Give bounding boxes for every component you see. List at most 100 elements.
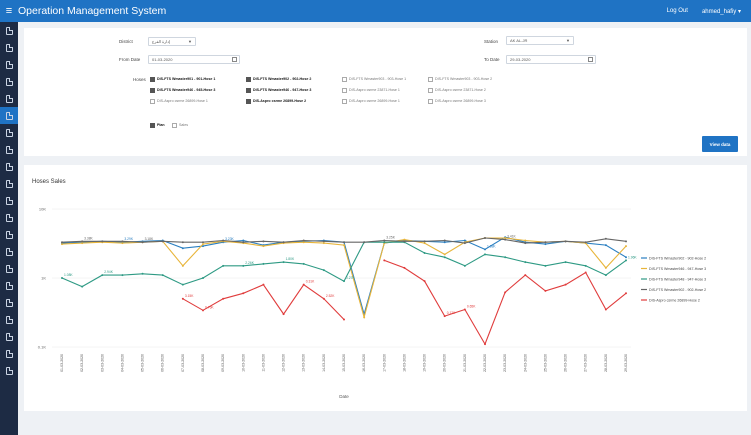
data-point bbox=[61, 277, 63, 279]
data-point bbox=[81, 240, 84, 243]
data-point bbox=[121, 240, 124, 243]
data-label: 2.52K bbox=[326, 294, 335, 298]
data-point bbox=[161, 274, 164, 277]
data-point bbox=[121, 242, 124, 245]
data-point bbox=[202, 277, 204, 279]
data-point bbox=[584, 241, 587, 244]
series-line bbox=[182, 259, 627, 346]
x-tick-label: 17-03-2020 bbox=[382, 354, 386, 372]
legend-entry: DIS-Aspro csrme 26899-Hose 2 bbox=[649, 298, 700, 302]
data-point bbox=[383, 259, 386, 262]
data-point bbox=[625, 245, 627, 248]
data-point bbox=[383, 241, 386, 244]
data-point bbox=[262, 240, 265, 243]
data-label: 2.94K bbox=[104, 270, 113, 274]
x-tick-label: 11-03-2020 bbox=[261, 354, 265, 372]
data-point bbox=[181, 264, 184, 267]
data-point bbox=[423, 240, 426, 243]
data-point bbox=[81, 285, 84, 288]
data-point bbox=[564, 240, 567, 243]
data-label: 3.29K bbox=[124, 237, 133, 241]
data-point bbox=[343, 241, 345, 244]
legend-entry: DIS-FTS Wmaster946 - 947-Hose 3 bbox=[649, 267, 706, 271]
data-point bbox=[101, 274, 104, 277]
data-point bbox=[161, 240, 164, 243]
data-point bbox=[181, 247, 184, 250]
data-point bbox=[302, 239, 305, 242]
data-point bbox=[484, 236, 486, 239]
data-point bbox=[403, 238, 406, 241]
x-tick-label: 13-03-2020 bbox=[302, 354, 306, 372]
data-point bbox=[202, 309, 204, 312]
hoses-sales-chart: 10K 1K 0.1K 01-03-2020 02-03-2020 03-03-2020 0… bbox=[38, 207, 706, 400]
legend-entry: DIS-FTS Wmaster902 - 902-Hose 2 bbox=[649, 288, 706, 292]
x-tick-label: 18-03-2020 bbox=[402, 354, 406, 372]
data-point bbox=[222, 239, 225, 242]
x-tick-label: 21-03-2020 bbox=[463, 354, 467, 372]
data-point bbox=[463, 239, 466, 242]
data-point bbox=[302, 241, 305, 244]
data-point bbox=[282, 313, 285, 316]
data-point bbox=[604, 237, 607, 240]
data-point bbox=[262, 262, 265, 265]
data-point bbox=[242, 239, 245, 242]
data-label: 3.23K bbox=[225, 237, 234, 241]
data-point bbox=[564, 283, 567, 286]
data-point bbox=[604, 274, 607, 277]
data-point bbox=[262, 283, 265, 286]
data-label: 1.58K bbox=[487, 244, 496, 248]
x-tick-label: 15-03-2020 bbox=[342, 354, 346, 372]
series-line bbox=[61, 237, 627, 320]
data-point bbox=[604, 244, 607, 247]
data-point bbox=[302, 262, 305, 265]
x-tick-label: 23-03-2020 bbox=[503, 354, 507, 372]
data-point bbox=[222, 297, 225, 300]
x-tick-label: 01-03-2020 bbox=[60, 354, 64, 372]
series-line bbox=[61, 241, 627, 288]
y-tick-label: 0.1K bbox=[38, 345, 47, 350]
data-point bbox=[322, 242, 325, 245]
data-point bbox=[625, 292, 627, 295]
data-point bbox=[423, 280, 426, 283]
x-tick-label: 27-03-2020 bbox=[584, 354, 588, 372]
data-point bbox=[484, 248, 486, 251]
data-point bbox=[282, 261, 285, 264]
data-point bbox=[524, 239, 527, 242]
data-point bbox=[443, 239, 446, 242]
data-point bbox=[524, 274, 527, 277]
x-tick-label: 19-03-2020 bbox=[423, 354, 427, 372]
data-point bbox=[141, 272, 144, 275]
data-point bbox=[282, 241, 285, 244]
data-label: 2.26K bbox=[245, 261, 254, 265]
x-tick-label: 06-03-2020 bbox=[161, 354, 165, 372]
data-point bbox=[322, 297, 325, 300]
data-point bbox=[202, 241, 204, 244]
x-tick-label: 25-03-2020 bbox=[543, 354, 547, 372]
data-point bbox=[463, 308, 466, 311]
data-label: 3.15K bbox=[185, 294, 194, 298]
x-tick-label: 07-03-2020 bbox=[181, 354, 185, 372]
data-point bbox=[544, 289, 547, 292]
data-label: 3.38K bbox=[84, 236, 93, 240]
data-point bbox=[202, 243, 204, 246]
data-point bbox=[101, 240, 104, 243]
data-label: 0.76K bbox=[205, 305, 214, 309]
data-point bbox=[343, 280, 345, 283]
data-point bbox=[604, 266, 607, 269]
x-tick-label: 04-03-2020 bbox=[120, 354, 124, 372]
data-point bbox=[544, 243, 547, 246]
data-point bbox=[604, 308, 607, 311]
data-point bbox=[625, 259, 627, 262]
x-tick-label: 08-03-2020 bbox=[201, 354, 205, 372]
data-label: 1.08K bbox=[64, 273, 73, 277]
x-tick-label: 29-03-2020 bbox=[624, 354, 628, 372]
x-tick-label: 03-03-2020 bbox=[100, 354, 104, 372]
x-axis-label: Date bbox=[339, 394, 349, 399]
data-point bbox=[403, 240, 406, 243]
x-tick-label: 16-03-2020 bbox=[362, 354, 366, 372]
legend-entry: DIS-FTS Wmaster902 - 902-Hose 2 bbox=[649, 256, 706, 260]
data-point bbox=[443, 241, 446, 244]
data-label: 0.12K bbox=[447, 311, 456, 315]
y-tick-label: 10K bbox=[39, 207, 46, 212]
data-point bbox=[524, 242, 527, 245]
